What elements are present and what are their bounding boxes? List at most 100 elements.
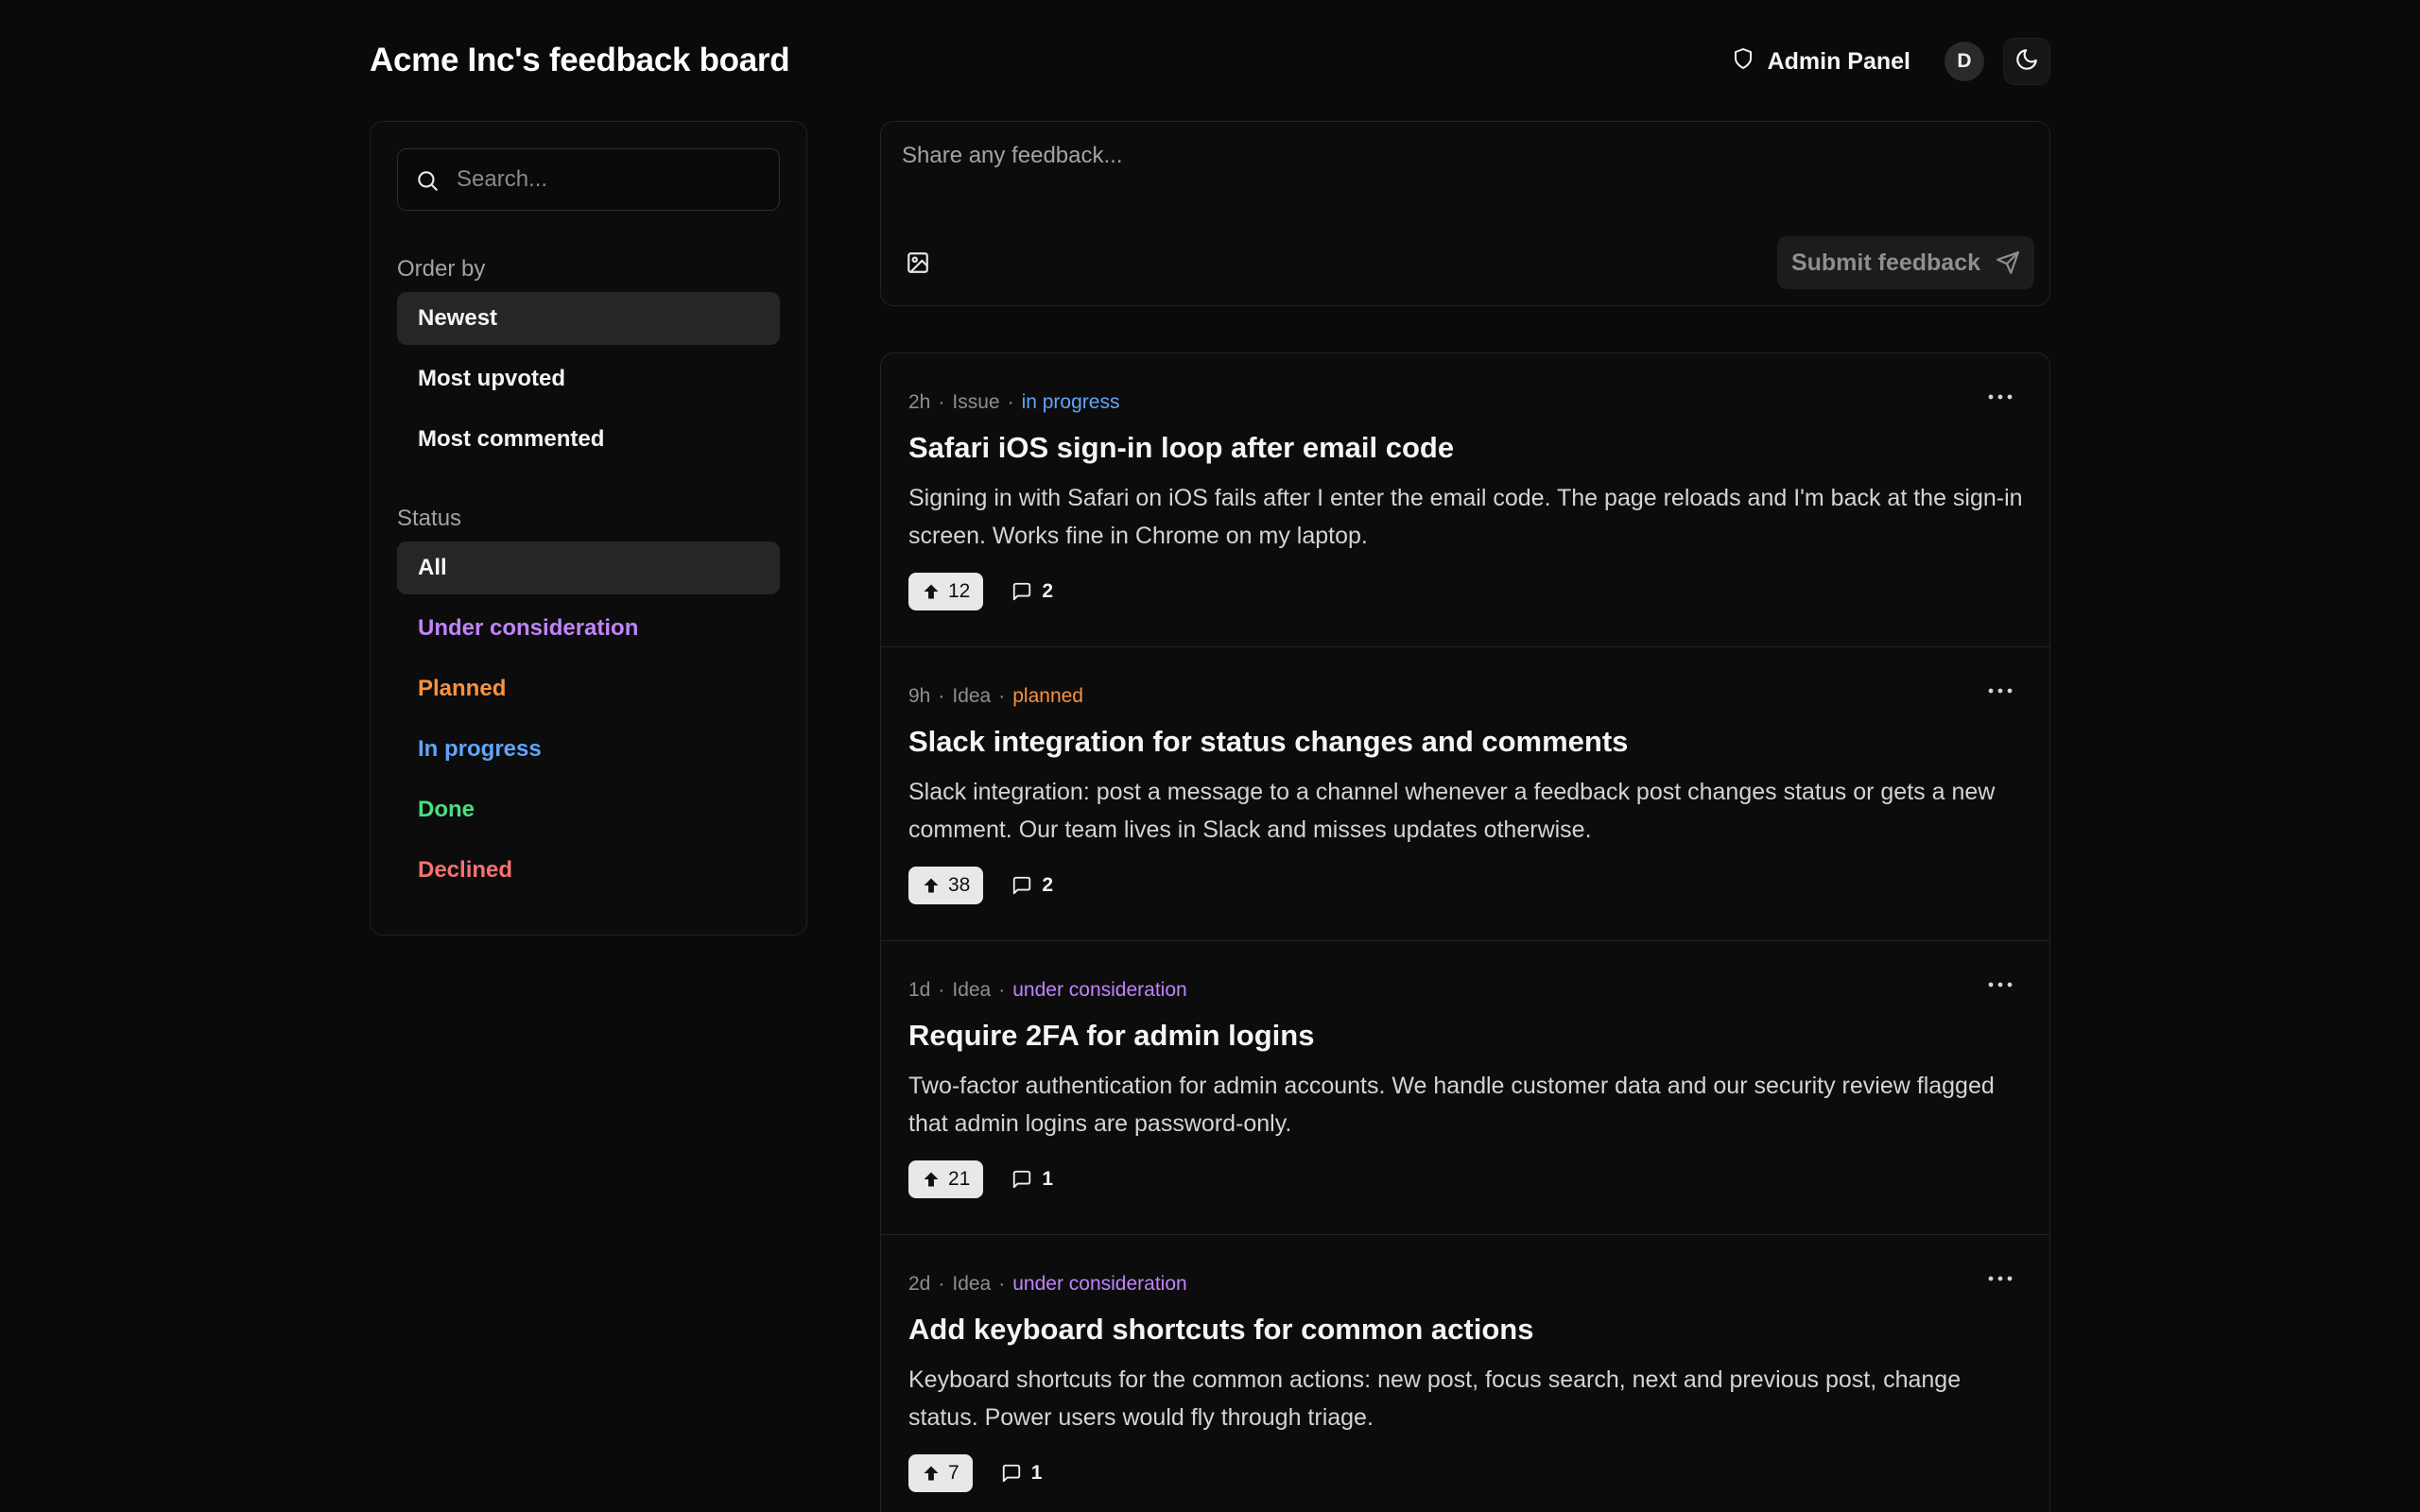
post-status: planned: [1012, 685, 1083, 707]
status-option-all[interactable]: All: [397, 541, 780, 594]
post-actions: 38 2: [908, 867, 1053, 904]
meta-separator: ·: [998, 1273, 1006, 1295]
order-option-most-upvoted[interactable]: Most upvoted: [397, 352, 780, 405]
page-title: Acme Inc's feedback board: [370, 42, 790, 78]
post-age: 9h: [908, 685, 931, 707]
submit-feedback-button[interactable]: Submit feedback: [1777, 236, 2034, 289]
post-age: 2d: [908, 1273, 931, 1295]
post-card[interactable]: 9h · Idea · planned Slack integration fo…: [881, 647, 2049, 941]
meta-separator: ·: [938, 979, 945, 1001]
ellipsis-icon: [1988, 688, 2013, 694]
vote-count: 12: [948, 580, 971, 602]
upvote-button[interactable]: 21: [908, 1160, 984, 1198]
order-by-label: Order by: [397, 256, 486, 282]
comment-count[interactable]: 1: [1011, 1168, 1053, 1191]
arrow-up-icon: [924, 584, 939, 599]
more-options-button[interactable]: [1987, 1271, 2014, 1290]
post-body: Slack integration: post a message to a c…: [908, 779, 1996, 843]
avatar[interactable]: D: [1945, 42, 1984, 81]
vote-count: 7: [948, 1462, 959, 1484]
meta-separator: ·: [1007, 391, 1014, 413]
post-list: 2h · Issue · in progress Safari iOS sign…: [880, 352, 2050, 1512]
post-title[interactable]: Safari iOS sign-in loop after email code: [908, 430, 2023, 466]
post-meta: 1d · Idea · under consideration: [908, 978, 2023, 1003]
post-status: in progress: [1021, 391, 1120, 413]
header: Acme Inc's feedback board Admin Panel D: [370, 38, 2050, 85]
submit-feedback-label: Submit feedback: [1790, 249, 1981, 276]
comment-count-value: 2: [1042, 580, 1054, 602]
status-label: Status: [397, 506, 462, 531]
order-option-most-commented[interactable]: Most commented: [397, 413, 780, 466]
arrow-up-icon: [924, 1466, 939, 1481]
search-input[interactable]: [457, 149, 769, 210]
ellipsis-icon: [1988, 982, 2013, 988]
admin-panel-label: Admin Panel: [1767, 47, 1910, 75]
post-age: 2h: [908, 391, 931, 413]
meta-separator: ·: [938, 1273, 945, 1295]
comment-count[interactable]: 2: [1011, 580, 1053, 603]
post-body: Signing in with Safari on iOS fails afte…: [908, 485, 2023, 549]
upvote-button[interactable]: 7: [908, 1454, 973, 1492]
post-card[interactable]: 2d · Idea · under consideration Add keyb…: [881, 1235, 2049, 1512]
meta-separator: ·: [998, 685, 1006, 707]
status-option-under-consideration[interactable]: Under consideration: [397, 602, 780, 655]
comment-icon: [1013, 1170, 1031, 1189]
comment-count[interactable]: 2: [1011, 874, 1053, 897]
post-type: Issue: [952, 391, 1000, 413]
comment-icon: [1002, 1464, 1020, 1483]
ellipsis-icon: [1988, 1276, 2013, 1281]
more-options-button[interactable]: [1987, 977, 2014, 996]
post-age: 1d: [908, 979, 931, 1001]
post-meta: 2h · Issue · in progress: [908, 390, 2023, 415]
header-actions: Admin Panel D: [1732, 38, 2050, 85]
post-type: Idea: [952, 1273, 992, 1295]
upvote-button[interactable]: 12: [908, 573, 984, 610]
post-title[interactable]: Require 2FA for admin logins: [908, 1018, 2023, 1054]
feedback-composer: Submit feedback: [880, 121, 2050, 306]
feedback-board-page: Acme Inc's feedback board Admin Panel D …: [0, 0, 2420, 1512]
image-icon: [908, 252, 928, 273]
post-actions: 21 1: [908, 1160, 1053, 1198]
send-icon: [1996, 251, 2019, 274]
post-actions: 7 1: [908, 1454, 1042, 1492]
post-body: Keyboard shortcuts for the common action…: [908, 1366, 1962, 1431]
comment-count-value: 2: [1042, 874, 1054, 896]
vote-count: 38: [948, 874, 971, 896]
meta-separator: ·: [938, 391, 945, 413]
post-title[interactable]: Slack integration for status changes and…: [908, 724, 2023, 760]
search-box: [397, 148, 780, 211]
comment-icon: [1013, 876, 1031, 895]
filter-sidebar: Order by Newest Most upvoted Most commen…: [370, 121, 807, 936]
status-option-in-progress[interactable]: In progress: [397, 723, 780, 776]
theme-toggle-button[interactable]: [2003, 38, 2050, 85]
feedback-input[interactable]: [902, 143, 2027, 228]
order-option-newest[interactable]: Newest: [397, 292, 780, 345]
vote-count: 21: [948, 1168, 971, 1190]
status-option-done[interactable]: Done: [397, 783, 780, 836]
meta-separator: ·: [998, 979, 1006, 1001]
post-type: Idea: [952, 979, 992, 1001]
admin-panel-link[interactable]: Admin Panel: [1732, 47, 1910, 77]
status-option-planned[interactable]: Planned: [397, 662, 780, 715]
post-card[interactable]: 2h · Issue · in progress Safari iOS sign…: [881, 353, 2049, 647]
post-meta: 9h · Idea · planned: [908, 684, 2023, 709]
meta-separator: ·: [938, 685, 945, 707]
more-options-button[interactable]: [1987, 389, 2014, 408]
post-status: under consideration: [1012, 979, 1187, 1001]
ellipsis-icon: [1988, 394, 2013, 400]
status-menu: All Under consideration Planned In progr…: [397, 541, 780, 897]
order-by-menu: Newest Most upvoted Most commented: [397, 292, 780, 466]
post-type: Idea: [952, 685, 992, 707]
more-options-button[interactable]: [1987, 683, 2014, 702]
post-title[interactable]: Add keyboard shortcuts for common action…: [908, 1312, 2023, 1348]
post-status: under consideration: [1012, 1273, 1187, 1295]
comment-count-value: 1: [1030, 1462, 1043, 1484]
search-icon: [418, 171, 438, 191]
moon-icon: [2014, 47, 2039, 77]
upvote-button[interactable]: 38: [908, 867, 984, 904]
status-option-declined[interactable]: Declined: [397, 844, 780, 897]
shield-icon: [1732, 47, 1754, 77]
comment-count[interactable]: 1: [1001, 1462, 1043, 1485]
post-card[interactable]: 1d · Idea · under consideration Require …: [881, 941, 2049, 1235]
attach-image-button[interactable]: [906, 250, 934, 279]
